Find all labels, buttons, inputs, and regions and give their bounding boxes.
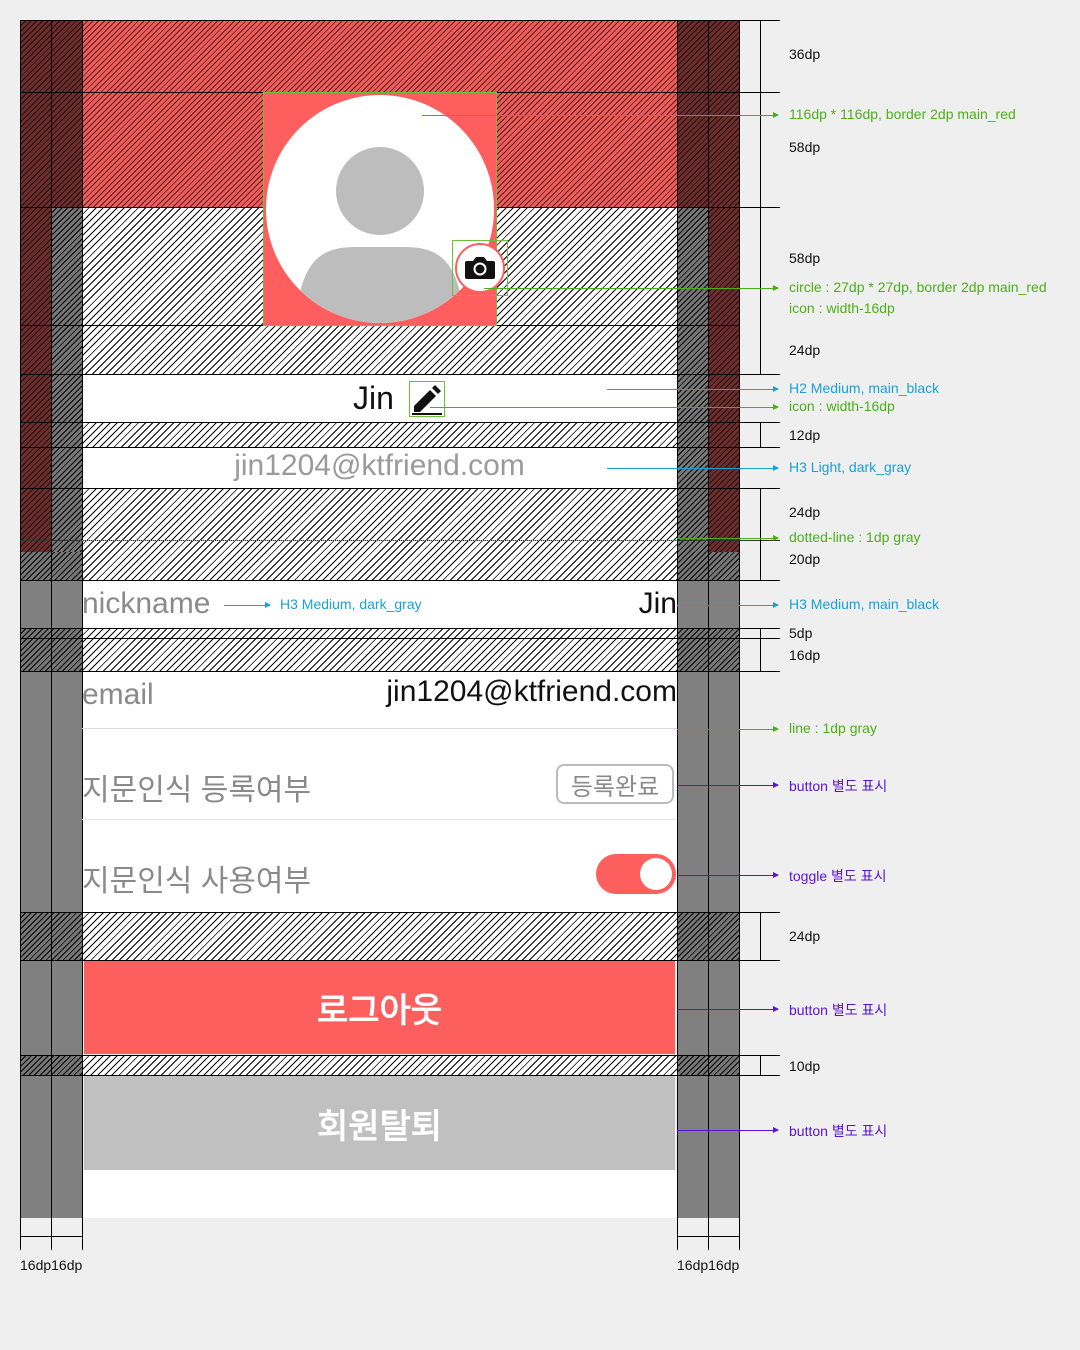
gap-24-buttons <box>82 912 677 960</box>
annotation-avatar: 116dp * 116dp, border 2dp main_red <box>789 106 1016 122</box>
leader-line <box>677 872 779 878</box>
leader-line <box>677 726 779 732</box>
fingerprint-toggle[interactable] <box>596 854 676 894</box>
leader-line <box>484 285 779 291</box>
dim-20: 20dp <box>789 551 821 567</box>
nickname-label: nickname <box>82 587 211 620</box>
annotation-line: line : 1dp gray <box>789 720 877 736</box>
bottom-white <box>82 1170 677 1218</box>
leader-line <box>677 535 779 541</box>
red-margin-left-lower <box>20 207 51 552</box>
gap-5-16 <box>82 628 677 671</box>
dim-bottom-right: 16dp16dp <box>677 1257 740 1273</box>
withdraw-button-label: 회원탈퇴 <box>316 1107 443 1146</box>
dim-24-b: 24dp <box>789 504 821 520</box>
email-value: jin1204@ktfriend.com <box>386 675 677 708</box>
leader-line <box>677 1127 779 1133</box>
edit-name-button[interactable] <box>409 381 445 417</box>
dim-24-c: 24dp <box>789 928 821 944</box>
gap-12 <box>82 422 677 447</box>
annotation-email-style: H3 Light, dark_gray <box>789 459 912 475</box>
dim-12: 12dp <box>789 427 821 443</box>
annotation-dotted-line: dotted-line : 1dp gray <box>789 529 921 545</box>
dim-58-top: 58dp <box>789 139 821 155</box>
logout-button-label: 로그아웃 <box>316 992 443 1030</box>
row-divider <box>82 728 677 729</box>
withdraw-button[interactable]: 회원탈퇴 <box>84 1076 675 1170</box>
fingerprint-use-label: 지문인식 사용여부 <box>82 865 312 898</box>
email-label: email <box>82 678 154 711</box>
profile-name: Jin <box>353 380 394 416</box>
leader-line <box>677 1006 779 1012</box>
dim-58-bottom: 58dp <box>789 250 821 266</box>
dim-10: 10dp <box>789 1058 821 1074</box>
logout-button[interactable]: 로그아웃 <box>84 961 675 1054</box>
annotation-button-1: button 별도 표시 <box>789 778 888 794</box>
gap-10 <box>82 1055 677 1075</box>
dim-24-a: 24dp <box>789 342 821 358</box>
annotation-camera-circle: circle : 27dp * 27dp, border 2dp main_re… <box>789 279 1047 295</box>
leader-line <box>677 602 779 608</box>
dotted-divider <box>82 540 677 541</box>
annotation-camera-icon: icon : width-16dp <box>789 300 895 316</box>
leader-line <box>607 386 779 392</box>
leader-line <box>422 112 779 118</box>
leader-line <box>677 782 779 788</box>
pencil-edit-icon <box>412 385 442 415</box>
annotation-button-2: button 별도 표시 <box>789 1002 888 1018</box>
dim-36: 36dp <box>789 46 821 62</box>
leader-line <box>224 602 271 608</box>
fingerprint-register-button-label: 등록완료 <box>570 773 660 801</box>
dim-16: 16dp <box>789 647 821 663</box>
dim-5: 5dp <box>789 625 813 641</box>
row-divider <box>82 819 677 820</box>
annotation-nickname-value-style: H3 Medium, main_black <box>789 596 940 612</box>
annotation-nickname-label-style: H3 Medium, dark_gray <box>280 596 422 612</box>
profile-email: jin1204@ktfriend.com <box>234 449 525 482</box>
annotation-edit-icon: icon : width-16dp <box>789 398 895 414</box>
inner-right-hatch <box>677 207 708 552</box>
camera-button[interactable] <box>455 243 505 293</box>
nickname-value[interactable]: Jin <box>560 587 677 621</box>
dim-bottom-left: 16dp16dp <box>20 1257 83 1273</box>
leader-line <box>607 465 779 471</box>
camera-icon <box>465 257 495 279</box>
toggle-knob <box>640 858 672 890</box>
gap-24-20 <box>82 488 677 580</box>
annotation-name-style: H2 Medium, main_black <box>789 380 940 396</box>
annotation-toggle: toggle 별도 표시 <box>789 868 887 884</box>
annotation-button-3: button 별도 표시 <box>789 1123 888 1139</box>
inner-left-hatch <box>51 207 82 552</box>
red-margin-right-lower <box>708 207 739 552</box>
leader-line <box>430 404 779 410</box>
fingerprint-register-button[interactable]: 등록완료 <box>556 764 674 804</box>
fingerprint-register-label: 지문인식 등록여부 <box>82 774 312 807</box>
